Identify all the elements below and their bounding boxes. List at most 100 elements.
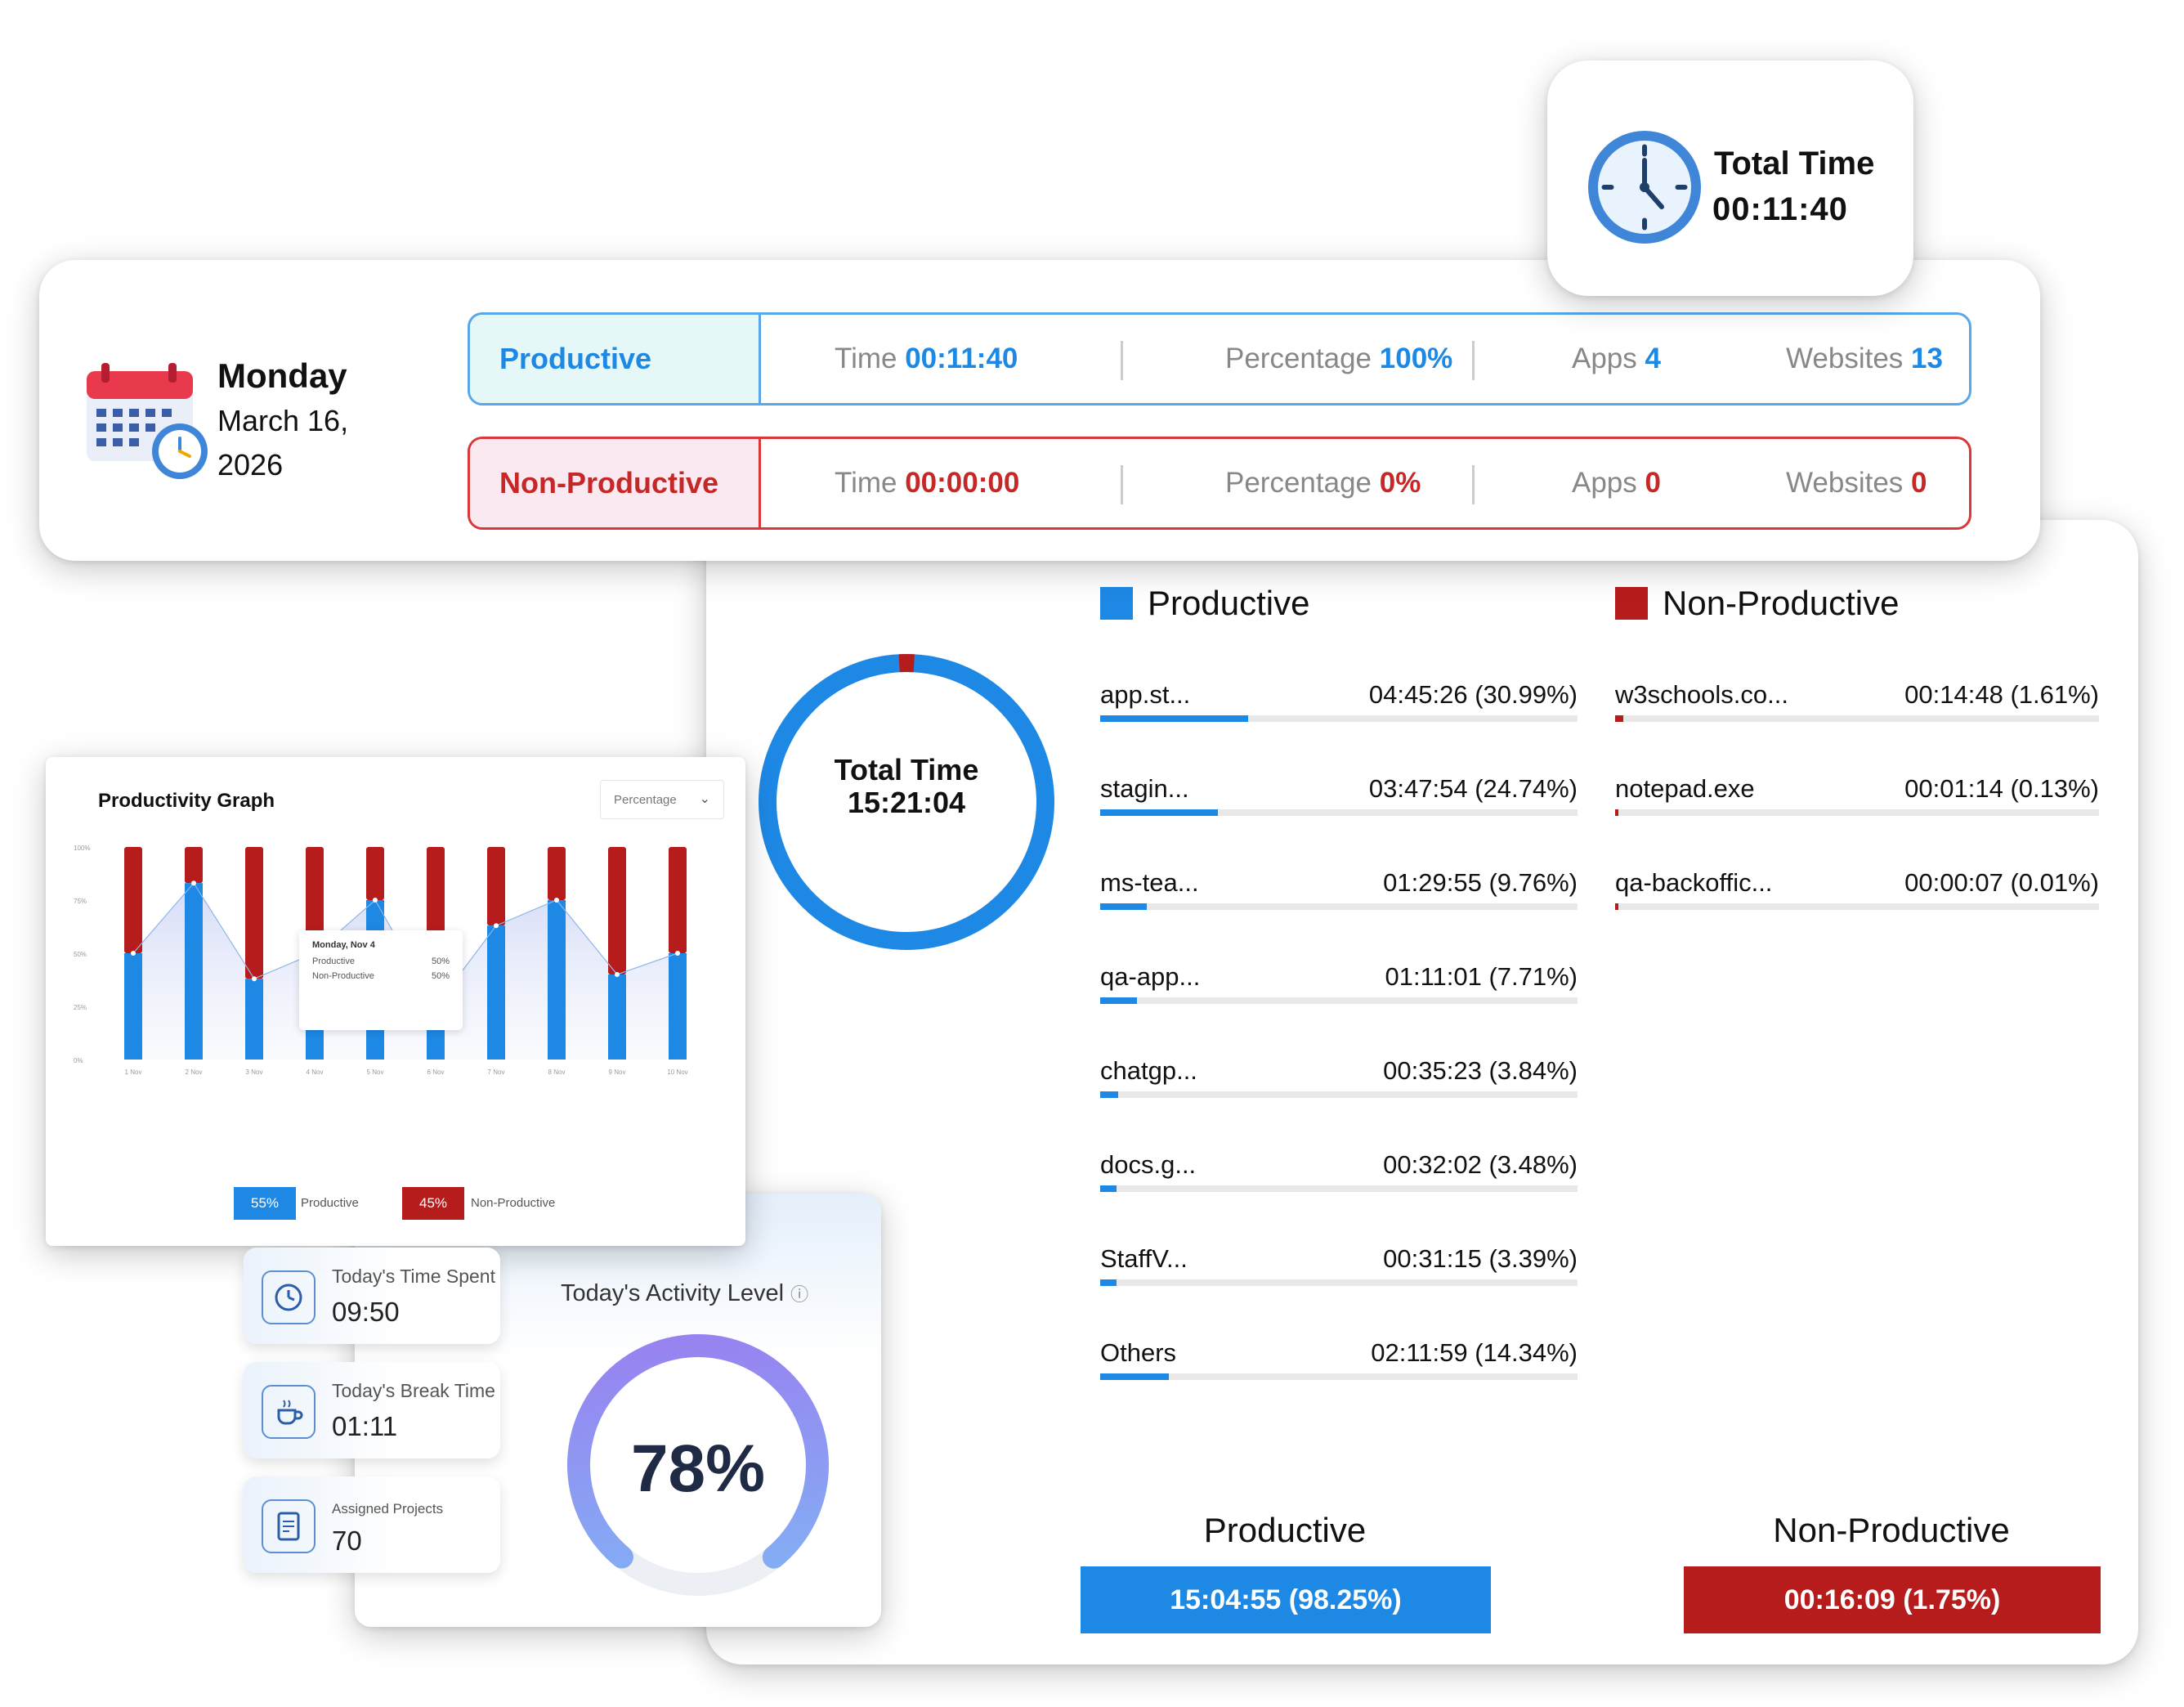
y-tick-label: 50% (74, 951, 87, 958)
nonproductive-percentage: Percentage 0% (1225, 467, 1421, 499)
item-name: qa-backoffic... (1615, 868, 1773, 897)
y-tick-label: 0% (74, 1057, 83, 1064)
chevron-down-icon: ⌄ (699, 792, 710, 806)
list-item: qa-app... 01:11:01 (7.71%) (1100, 962, 1578, 1011)
item-progress-track (1100, 1185, 1578, 1192)
bar-productive (608, 974, 626, 1060)
item-value: 01:29:55 (9.76%) (1383, 868, 1578, 897)
divider (1472, 341, 1475, 380)
break-time-card: Today's Break Time 01:11 (244, 1362, 500, 1458)
list-item: notepad.exe 00:01:14 (0.13%) (1615, 774, 2099, 823)
item-progress-fill (1100, 715, 1248, 722)
list-item: app.st... 04:45:26 (30.99%) (1100, 680, 1578, 729)
total-time-value: 00:11:40 (1712, 191, 1848, 227)
activity-level-title: Today's Activity Level ⓘ (561, 1280, 809, 1306)
productive-summary-value: 15:04:55 (98.25%) (1081, 1566, 1491, 1633)
info-icon[interactable]: ⓘ (790, 1284, 808, 1305)
item-progress-track (1615, 809, 2099, 816)
activity-level-value: 78% (630, 1431, 766, 1506)
productivity-graph-card: Productivity Graph Percentage ⌄ 0% 25% 50%… (46, 757, 745, 1246)
trend-point (373, 898, 378, 903)
item-progress-track (1100, 809, 1578, 816)
legend-swatch (1615, 587, 1648, 620)
item-value: 00:32:02 (3.48%) (1383, 1150, 1578, 1179)
legend-productive-pct: 55% (234, 1187, 296, 1220)
item-progress-fill (1100, 1279, 1117, 1286)
x-tick-label: 5 Nov (367, 1069, 384, 1076)
item-value: 03:47:54 (24.74%) (1368, 774, 1578, 803)
day-label: Monday (217, 356, 347, 395)
item-value: 00:14:48 (1.61%) (1904, 680, 2099, 709)
y-tick-label: 100% (74, 845, 90, 852)
bar-nonproductive (548, 847, 566, 900)
legend-nonproductive-pct: 45% (402, 1187, 464, 1220)
bar-nonproductive (366, 847, 384, 900)
graph-metric-dropdown[interactable]: Percentage ⌄ (600, 780, 724, 819)
nonproductive-time: Time 00:00:00 (835, 467, 1020, 499)
item-value: 00:31:15 (3.39%) (1383, 1244, 1578, 1273)
list-item: StaffV... 00:31:15 (3.39%) (1100, 1244, 1578, 1293)
total-time-card: Total Time 00:11:40 (1547, 60, 1913, 296)
clock-icon (1588, 131, 1701, 244)
bar-productive (548, 900, 566, 1060)
x-tick-label: 6 Nov (427, 1069, 445, 1076)
y-tick-label: 25% (74, 1004, 87, 1011)
divider (1121, 465, 1123, 504)
trend-point (252, 976, 257, 982)
app-usage-breakdown-card: Total Time 15:21:04 Productive Non-Produ… (706, 520, 2138, 1664)
item-progress-fill (1100, 809, 1219, 816)
item-progress-track (1615, 903, 2099, 910)
item-progress-track (1100, 997, 1578, 1004)
x-tick-label: 4 Nov (307, 1069, 324, 1076)
graph-metric-value: Percentage (614, 792, 677, 807)
trend-point (615, 972, 620, 977)
trend-point (191, 880, 196, 886)
item-progress-fill (1615, 809, 1618, 816)
productive-percentage: Percentage 100% (1225, 343, 1453, 374)
item-name: app.st... (1100, 680, 1191, 709)
assigned-projects-card: Assigned Projects 70 (244, 1476, 500, 1573)
y-tick-label: 75% (74, 898, 87, 905)
item-name: docs.g... (1100, 1150, 1197, 1179)
list-item: stagin... 03:47:54 (24.74%) (1100, 774, 1578, 823)
break-time-value: 01:11 (332, 1411, 398, 1441)
list-item: docs.g... 00:32:02 (3.48%) (1100, 1150, 1578, 1199)
item-progress-fill (1100, 1373, 1169, 1380)
divider (1121, 341, 1123, 380)
productive-time: Time 00:11:40 (835, 343, 1018, 374)
clock-icon (262, 1270, 316, 1324)
time-spent-label: Today's Time Spent (332, 1266, 495, 1287)
item-name: notepad.exe (1615, 774, 1755, 803)
nonproductive-row: Non-Productive Time 00:00:00 Percentage … (468, 437, 1971, 530)
productive-row: Productive Time 00:11:40 Percentage 100%… (468, 312, 1971, 405)
assigned-projects-value: 70 (332, 1526, 362, 1556)
item-progress-fill (1615, 715, 1623, 722)
daily-summary-card: Monday March 16, 2026 Productive Time 00… (39, 260, 2040, 561)
tooltip-row: Productive 50% (312, 957, 450, 966)
x-tick-label: 8 Nov (548, 1069, 566, 1076)
time-spent-card: Today's Time Spent 09:50 (244, 1248, 500, 1344)
nonproductive-apps: Apps 0 (1572, 467, 1661, 499)
coffee-cup-icon (262, 1385, 316, 1439)
x-tick-label: 3 Nov (246, 1069, 263, 1076)
item-name: Others (1100, 1338, 1177, 1367)
trend-point (494, 923, 499, 929)
bar-nonproductive (669, 847, 687, 953)
document-icon (262, 1499, 316, 1553)
time-spent-value: 09:50 (332, 1297, 400, 1327)
bar-nonproductive (245, 847, 263, 979)
nonproductive-summary-value: 00:16:09 (1.75%) (1684, 1566, 2101, 1633)
bar-productive (185, 883, 203, 1060)
productive-apps: Apps 4 (1572, 343, 1661, 374)
break-time-label: Today's Break Time (332, 1380, 495, 1401)
item-progress-track (1615, 715, 2099, 722)
item-value: 01:11:01 (7.71%) (1385, 962, 1578, 991)
graph-title: Productivity Graph (98, 790, 275, 812)
legend-productive: Productive (1100, 584, 1309, 623)
tooltip-row: Non-Productive 50% (312, 971, 450, 981)
calendar-icon (87, 363, 208, 479)
chart-tooltip: Monday, Nov 4 Productive 50% Non-Producti… (299, 930, 463, 1030)
item-progress-fill (1100, 1185, 1117, 1192)
item-value: 00:35:23 (3.84%) (1383, 1056, 1578, 1085)
item-name: StaffV... (1100, 1244, 1188, 1273)
